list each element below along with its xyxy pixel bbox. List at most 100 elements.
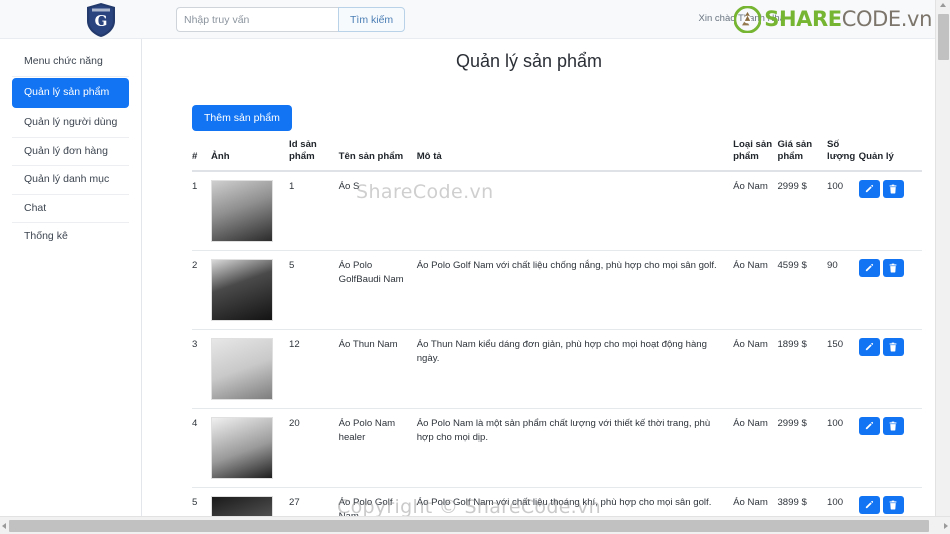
vertical-scrollbar[interactable] [935,0,950,516]
cell-product-id: 12 [289,329,339,409]
cell-index: 5 [192,487,211,516]
sidebar-item-products[interactable]: Quản lý sản phẩm [12,77,129,109]
cell-description: Áo Polo Golf Nam với chất liệu chống nắn… [416,250,734,330]
col-actions: Quản lý [858,135,922,172]
horizontal-scrollbar-thumb[interactable] [9,520,929,532]
col-description: Mô tả [416,135,734,172]
cell-image [210,408,290,488]
site-header: G Tìm kiếm Xin chào Thanh Nhã [0,0,935,39]
trash-icon [889,263,897,273]
cell-index: 2 [192,250,211,330]
sidebar-item-statistics[interactable]: Thống kê [12,223,129,251]
cell-quantity: 100 [827,170,859,251]
cell-price: 1899 $ [777,329,828,409]
product-thumbnail[interactable] [210,179,273,242]
cell-product-name: Áo Polo Nam healer [338,408,417,488]
cell-product-id: 20 [289,408,339,488]
table-row: 5 27Áo Polo Golf NamÁo Polo Golf Nam với … [192,487,922,516]
delete-product-button[interactable] [882,416,904,435]
cell-price: 2999 $ [777,408,828,488]
product-thumbnail[interactable] [210,258,273,321]
pencil-icon [866,421,874,430]
scroll-left-arrow-icon[interactable] [2,523,6,529]
col-price: Giá sản phẩm [777,135,828,172]
delete-product-button[interactable] [882,495,904,514]
main-content: Quản lý sản phẩm Thêm sản phẩm # Ảnh Id … [143,39,935,516]
cell-quantity: 100 [827,487,859,516]
cell-actions [858,170,922,251]
cell-category: Áo Nam [733,250,778,330]
search-input[interactable] [176,7,338,32]
cell-product-name: Áo S [338,170,417,251]
trash-icon [889,500,897,510]
cell-category: Áo Nam [733,408,778,488]
search-button[interactable]: Tìm kiếm [338,7,406,32]
col-product-id: Id sản phẩm [289,135,339,172]
sidebar-nav: Menu chức năng Quản lý sản phẩm Quản lý … [0,39,142,516]
scroll-up-arrow-icon[interactable] [940,3,946,7]
delete-product-button[interactable] [882,179,904,198]
cell-description: Áo Polo Nam là một sản phẩm chất lượng v… [416,408,734,488]
col-category: Loại sản phẩm [733,135,778,172]
products-table-container: # Ảnh Id sản phẩm Tên sản phẩm Mô tả Loạ… [192,135,922,516]
cell-actions [858,408,922,488]
cell-product-name: Áo Polo Golf Nam [338,487,417,516]
products-table: # Ảnh Id sản phẩm Tên sản phẩm Mô tả Loạ… [192,135,922,516]
products-table-body: 1 1 Áo S Áo Nam 2999 $100 2 5 Áo Polo GolfBaudi… [192,170,922,516]
cell-description: Áo Polo Golf Nam với chất liệu thoáng kh… [416,487,734,516]
cell-category: Áo Nam [733,329,778,409]
cell-quantity: 150 [827,329,859,409]
table-row: 2 5 Áo Polo GolfBaudi Nam Áo Polo Golf Nam … [192,250,922,330]
add-product-button[interactable]: Thêm sản phẩm [192,105,292,131]
cell-index: 3 [192,329,211,409]
trash-icon [889,184,897,194]
col-quantity: Số lượng [827,135,859,172]
cell-actions [858,250,922,330]
edit-product-button[interactable] [858,416,880,435]
cell-product-name: Áo Polo GolfBaudi Nam [338,250,417,330]
scroll-right-arrow-icon[interactable] [944,523,948,529]
cell-quantity: 90 [827,250,859,330]
cell-price: 3899 $ [777,487,828,516]
vertical-scrollbar-thumb[interactable] [938,14,949,60]
cell-image [210,170,290,251]
edit-product-button[interactable] [858,337,880,356]
edit-product-button[interactable] [858,179,880,198]
svg-text:G: G [95,12,108,30]
table-row: 1 1 Áo S Áo Nam 2999 $100 [192,170,922,251]
pencil-icon [866,342,874,351]
pencil-icon [866,184,874,193]
cell-product-name: Áo Thun Nam [338,329,417,409]
col-image: Ảnh [210,135,290,172]
cell-price: 4599 $ [777,250,828,330]
pencil-icon [866,263,874,272]
product-thumbnail[interactable] [210,416,273,479]
edit-product-button[interactable] [858,258,880,277]
cell-description: Áo Thun Nam kiểu dáng đơn giản, phù hợp … [416,329,734,409]
delete-product-button[interactable] [882,337,904,356]
cell-product-id: 5 [289,250,339,330]
col-index: # [192,135,211,172]
delete-product-button[interactable] [882,258,904,277]
product-thumbnail[interactable] [210,495,273,516]
table-row: 4 20 Áo Polo Nam healer Áo Polo Nam là một … [192,408,922,488]
trash-icon [889,342,897,352]
pencil-icon [866,500,874,509]
sidebar-item-users[interactable]: Quản lý người dùng [12,109,129,138]
page-title: Quản lý sản phẩm [455,51,603,71]
site-logo-shield-icon[interactable]: G [84,2,118,38]
cell-category: Áo Nam [733,487,778,516]
product-thumbnail[interactable] [210,337,273,400]
sidebar-item-chat[interactable]: Chat [12,195,129,224]
edit-product-button[interactable] [858,495,880,514]
sidebar-item-orders[interactable]: Quản lý đơn hàng [12,138,129,167]
cell-actions [858,329,922,409]
sidebar-item-categories[interactable]: Quản lý danh mục [12,166,129,195]
horizontal-scrollbar[interactable] [0,516,950,534]
sidebar-item-menu-heading: Menu chức năng [12,48,129,77]
cell-actions [858,487,922,516]
cell-image [210,487,290,516]
cell-description [416,170,734,251]
cell-product-id: 1 [289,170,339,251]
cell-product-id: 27 [289,487,339,516]
